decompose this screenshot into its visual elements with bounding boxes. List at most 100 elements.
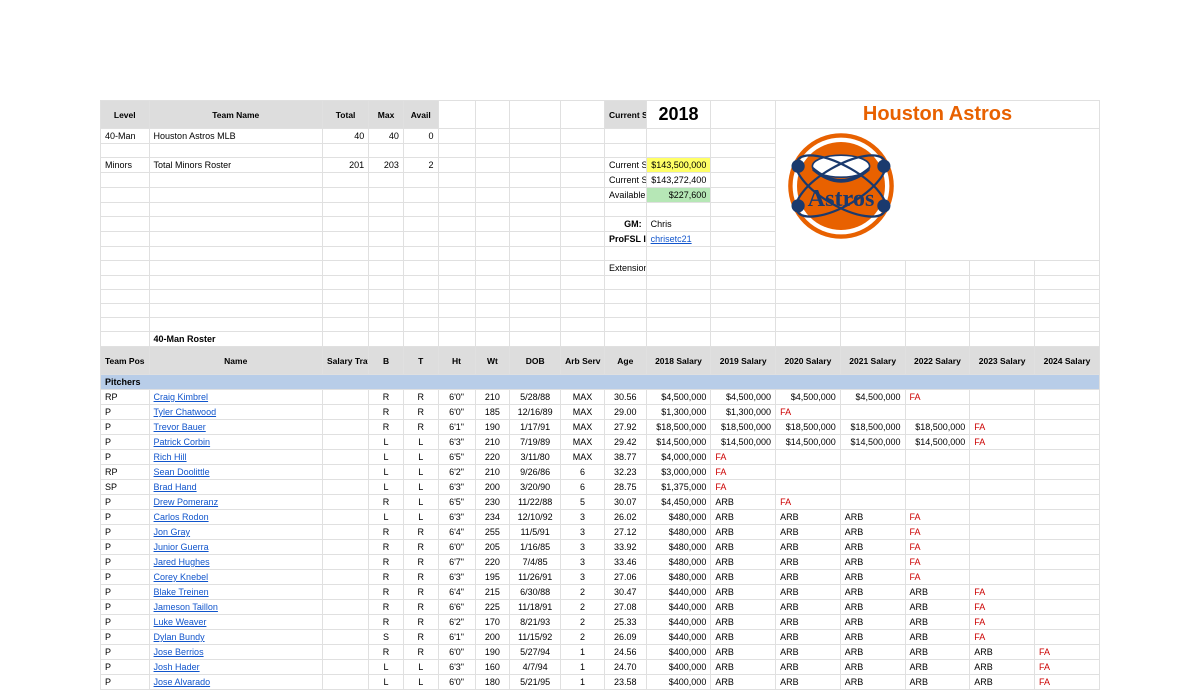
team-logo-cell: Astros: [776, 129, 1100, 261]
weight: 220: [475, 450, 510, 465]
height: 6'2": [438, 615, 475, 630]
salary-y5: [970, 525, 1035, 540]
salary-y2: ARB: [776, 585, 841, 600]
salary-y0: $3,000,000: [646, 465, 711, 480]
salary-y3: ARB: [840, 675, 905, 690]
salary-y4: [905, 450, 970, 465]
weight: 190: [475, 645, 510, 660]
player-name[interactable]: Luke Weaver: [149, 615, 322, 630]
height: 6'6": [438, 600, 475, 615]
salary-y3: [840, 480, 905, 495]
roster-col-7: DOB: [510, 347, 561, 375]
player-row[interactable]: PPatrick CorbinLL6'3"2107/19/89MAX29.42$…: [101, 435, 1100, 450]
salary-y0: $14,500,000: [646, 435, 711, 450]
dob: 5/28/88: [510, 390, 561, 405]
weight: 185: [475, 405, 510, 420]
player-name[interactable]: Jose Alvarado: [149, 675, 322, 690]
player-name[interactable]: Josh Hader: [149, 660, 322, 675]
player-name[interactable]: Tyler Chatwood: [149, 405, 322, 420]
age: 32.23: [604, 465, 646, 480]
weight: 200: [475, 630, 510, 645]
player-name[interactable]: Craig Kimbrel: [149, 390, 322, 405]
player-row[interactable]: RPCraig KimbrelRR6'0"2105/28/88MAX30.56$…: [101, 390, 1100, 405]
player-name[interactable]: Brad Hand: [149, 480, 322, 495]
height: 6'0": [438, 390, 475, 405]
weight: 215: [475, 585, 510, 600]
player-name[interactable]: Rich Hill: [149, 450, 322, 465]
profsl-id[interactable]: chrisetc21: [646, 232, 711, 247]
pos: P: [101, 660, 150, 675]
max-minors: 203: [369, 158, 404, 173]
salary-y2: FA: [776, 405, 841, 420]
salary-y1: ARB: [711, 600, 776, 615]
salary-y0: $4,000,000: [646, 450, 711, 465]
spreadsheet[interactable]: LevelTeam NameTotalMaxAvailCurrent Seaso…: [100, 100, 1100, 690]
player-row[interactable]: PJosh HaderLL6'3"1604/7/94124.70$400,000…: [101, 660, 1100, 675]
pos: RP: [101, 390, 150, 405]
player-name[interactable]: Jose Berrios: [149, 645, 322, 660]
salary-y1: ARB: [711, 510, 776, 525]
salary-y4: ARB: [905, 675, 970, 690]
player-row[interactable]: PCarlos RodonLL6'3"23412/10/92326.02$480…: [101, 510, 1100, 525]
player-name[interactable]: Patrick Corbin: [149, 435, 322, 450]
player-row[interactable]: PJared HughesRR6'7"2207/4/85333.46$480,0…: [101, 555, 1100, 570]
player-row[interactable]: PDylan BundySR6'1"20011/15/92226.09$440,…: [101, 630, 1100, 645]
player-name[interactable]: Drew Pomeranz: [149, 495, 322, 510]
salary-y1: ARB: [711, 570, 776, 585]
player-row[interactable]: PLuke WeaverRR6'2"1708/21/93225.33$440,0…: [101, 615, 1100, 630]
player-row[interactable]: PTrevor BauerRR6'1"1901/17/91MAX27.92$18…: [101, 420, 1100, 435]
pos: P: [101, 630, 150, 645]
player-name[interactable]: Jameson Taillon: [149, 600, 322, 615]
salary-y6: FA: [1035, 645, 1100, 660]
age: 27.12: [604, 525, 646, 540]
player-row[interactable]: PJose AlvaradoLL6'0"1805/21/95123.58$400…: [101, 675, 1100, 690]
profsl-label: ProFSL ID:: [604, 232, 646, 247]
player-name[interactable]: Jon Gray: [149, 525, 322, 540]
player-name[interactable]: Corey Knebel: [149, 570, 322, 585]
salary-y1: ARB: [711, 540, 776, 555]
salary-y2: ARB: [776, 525, 841, 540]
salary-y2: ARB: [776, 510, 841, 525]
dob: 8/21/93: [510, 615, 561, 630]
player-name[interactable]: Trevor Bauer: [149, 420, 322, 435]
salary-y0: $400,000: [646, 645, 711, 660]
player-name[interactable]: Carlos Rodon: [149, 510, 322, 525]
player-row[interactable]: RPSean DoolittleLL6'2"2109/26/86632.23$3…: [101, 465, 1100, 480]
roster-col-10: 2018 Salary: [646, 347, 711, 375]
dob: 12/10/92: [510, 510, 561, 525]
throws: R: [403, 525, 438, 540]
col-level: Level: [101, 101, 150, 129]
player-name[interactable]: Sean Doolittle: [149, 465, 322, 480]
roster-col-9: Age: [604, 347, 646, 375]
player-row[interactable]: PBlake TreinenRR6'4"2156/30/88230.47$440…: [101, 585, 1100, 600]
salary-y2: ARB: [776, 645, 841, 660]
player-name[interactable]: Blake Treinen: [149, 585, 322, 600]
salary-y0: $440,000: [646, 630, 711, 645]
player-row[interactable]: SPBrad HandLL6'3"2003/20/90628.75$1,375,…: [101, 480, 1100, 495]
player-row[interactable]: PTyler ChatwoodRR6'0"18512/16/89MAX29.00…: [101, 405, 1100, 420]
arb-serv: 2: [561, 630, 605, 645]
player-row[interactable]: PJose BerriosRR6'0"1905/27/94124.56$400,…: [101, 645, 1100, 660]
player-row[interactable]: PJameson TaillonRR6'6"22511/18/91227.08$…: [101, 600, 1100, 615]
salary-y6: [1035, 510, 1100, 525]
player-row[interactable]: PRich HillLL6'5"2203/11/80MAX38.77$4,000…: [101, 450, 1100, 465]
player-row[interactable]: PDrew PomeranzRL6'5"23011/22/88530.07$4,…: [101, 495, 1100, 510]
salary-y6: FA: [1035, 660, 1100, 675]
salary-y6: [1035, 480, 1100, 495]
player-name[interactable]: Dylan Bundy: [149, 630, 322, 645]
salary-y6: [1035, 495, 1100, 510]
player-name[interactable]: Jared Hughes: [149, 555, 322, 570]
astros-logo-icon: Astros: [786, 131, 896, 241]
salary-y2: [776, 465, 841, 480]
player-name[interactable]: Junior Guerra: [149, 540, 322, 555]
dob: 5/21/95: [510, 675, 561, 690]
salary-y6: [1035, 630, 1100, 645]
salary-y4: ARB: [905, 615, 970, 630]
salary-value: $143,272,400: [646, 173, 711, 188]
weight: 195: [475, 570, 510, 585]
salary-y4: FA: [905, 525, 970, 540]
player-row[interactable]: PCorey KnebelRR6'3"19511/26/91327.06$480…: [101, 570, 1100, 585]
player-row[interactable]: PJon GrayRR6'4"25511/5/91327.12$480,000A…: [101, 525, 1100, 540]
player-row[interactable]: PJunior GuerraRR6'0"2051/16/85333.92$480…: [101, 540, 1100, 555]
age: 26.02: [604, 510, 646, 525]
